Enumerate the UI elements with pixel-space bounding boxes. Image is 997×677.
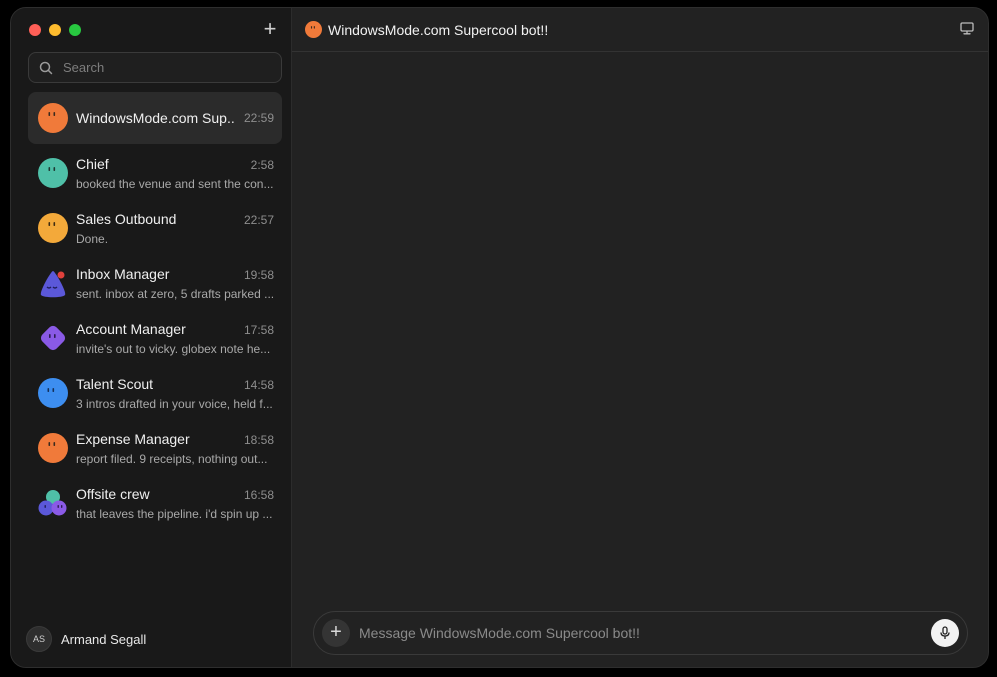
chat-item-sales-outbound[interactable]: Sales Outbound 22:57 Done. — [28, 202, 282, 254]
chat-name: Account Manager — [76, 321, 186, 337]
conversation-pane: WindowsMode.com Supercool bot!! + — [292, 8, 988, 667]
teal-blob-icon — [38, 158, 68, 188]
orange-blob-icon — [38, 103, 68, 133]
chat-preview: sent. inbox at zero, 5 drafts parked ... — [76, 287, 275, 301]
chat-name: Talent Scout — [76, 376, 154, 392]
search-icon — [39, 61, 53, 74]
chat-name: Expense Manager — [76, 431, 190, 447]
chat-preview: 3 intros drafted in your voice, held f..… — [76, 397, 273, 411]
chat-preview: booked the venue and sent the con... — [76, 177, 274, 191]
microphone-icon — [940, 626, 950, 639]
sidebar: + WindowsMode.com Sup... 22:59 — [11, 8, 292, 667]
search-input[interactable] — [61, 59, 265, 76]
chat-name: Sales Outbound — [76, 211, 177, 227]
chat-time: 22:59 — [243, 111, 274, 125]
conversation-title: WindowsMode.com Supercool bot!! — [328, 21, 549, 38]
chat-time: 2:58 — [250, 158, 274, 172]
chat-time: 16:58 — [243, 488, 274, 502]
chat-item-expense-manager[interactable]: Expense Manager 18:58 report filed. 9 re… — [28, 422, 282, 474]
chat-preview: report filed. 9 receipts, nothing out... — [76, 452, 268, 466]
chat-list: WindowsMode.com Sup... 22:59 Chief 2:58 … — [28, 92, 282, 532]
chat-item-chief[interactable]: Chief 2:58 booked the venue and sent the… — [28, 147, 282, 199]
chat-time: 14:58 — [243, 378, 274, 392]
conversation-header: WindowsMode.com Supercool bot!! — [292, 8, 988, 52]
message-input[interactable] — [357, 624, 921, 642]
indigo-triangle-icon — [40, 271, 66, 298]
chat-item-offsite-crew[interactable]: Offsite crew 16:58 that leaves the pipel… — [28, 477, 282, 529]
chat-name: WindowsMode.com Sup... — [76, 110, 236, 126]
window-controls — [29, 24, 81, 36]
new-chat-button[interactable]: + — [261, 18, 279, 40]
orange-blob-icon — [305, 21, 322, 38]
minimize-window-button[interactable] — [49, 24, 61, 36]
amber-blob-icon — [38, 213, 68, 243]
chat-time: 18:58 — [243, 433, 274, 447]
chat-preview: that leaves the pipeline. i'd spin up ..… — [76, 507, 273, 521]
app-window: + WindowsMode.com Sup... 22:59 — [10, 7, 989, 668]
message-composer: + — [313, 611, 968, 655]
microphone-button[interactable] — [931, 619, 959, 647]
chat-preview: invite's out to vicky. globex note he... — [76, 342, 271, 356]
blue-blob-icon — [38, 378, 68, 408]
maximize-window-button[interactable] — [69, 24, 81, 36]
monitor-icon[interactable] — [960, 22, 974, 35]
chat-item-talent-scout[interactable]: Talent Scout 14:58 3 intros drafted in y… — [28, 367, 282, 419]
close-window-button[interactable] — [29, 24, 41, 36]
user-name: Armand Segall — [61, 631, 147, 647]
group-icon — [38, 490, 67, 516]
chat-preview: Done. — [76, 232, 109, 246]
chat-item-account-manager[interactable]: Account Manager 17:58 invite's out to vi… — [28, 312, 282, 364]
chat-time: 17:58 — [243, 323, 274, 337]
chat-time: 19:58 — [243, 268, 274, 282]
attach-button[interactable]: + — [322, 619, 350, 647]
orange-blob-icon — [38, 433, 68, 463]
chat-item-inbox-manager[interactable]: Inbox Manager 19:58 sent. inbox at zero,… — [28, 257, 282, 309]
chat-name: Chief — [76, 156, 109, 172]
avatar: AS — [26, 626, 52, 652]
chat-item-windowsmode[interactable]: WindowsMode.com Sup... 22:59 — [28, 92, 282, 144]
user-profile[interactable]: AS Armand Segall — [26, 626, 146, 652]
chat-name: Inbox Manager — [76, 266, 170, 282]
search-bar[interactable] — [28, 52, 282, 83]
violet-diamond-icon — [40, 325, 66, 351]
chat-name: Offsite crew — [76, 486, 150, 502]
chat-time: 22:57 — [243, 213, 274, 227]
